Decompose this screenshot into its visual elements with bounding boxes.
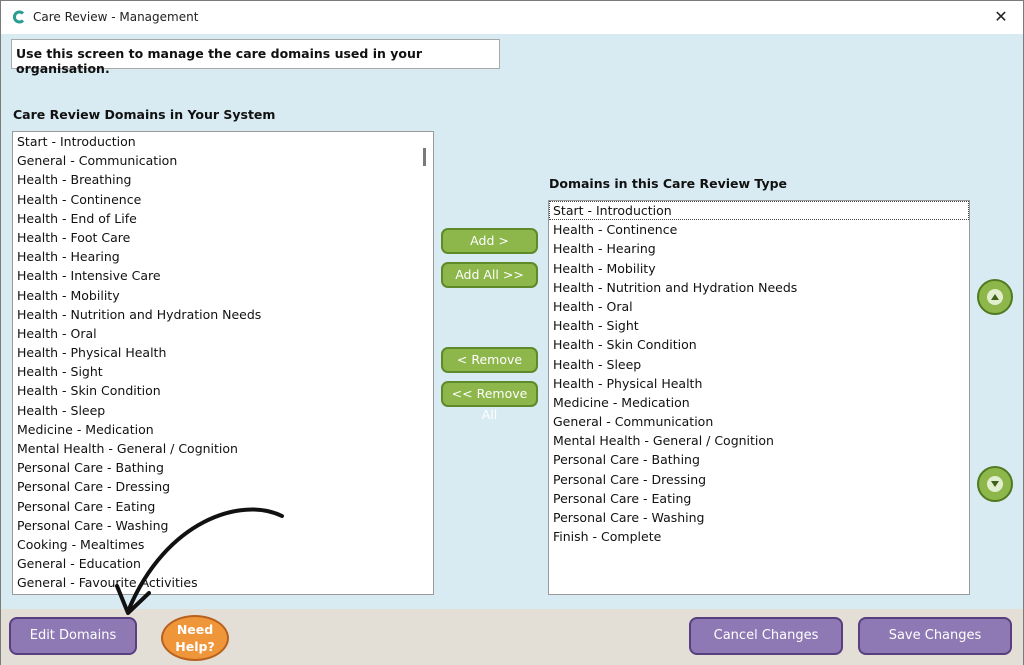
review-domain-item[interactable]: Health - Sleep xyxy=(549,355,969,374)
close-icon[interactable]: ✕ xyxy=(989,5,1013,29)
review-domain-item[interactable]: Personal Care - Washing xyxy=(549,508,969,527)
system-domain-item[interactable]: Health - Mobility xyxy=(13,286,433,305)
review-type-domains-list[interactable]: Start - Introduction Health - Continence H… xyxy=(548,200,970,595)
need-help-line1: Need xyxy=(176,622,214,637)
review-domain-item[interactable]: Health - Mobility xyxy=(549,259,969,278)
system-domain-item[interactable]: Health - Breathing xyxy=(13,170,433,189)
app-logo-icon xyxy=(13,10,25,24)
system-domain-item[interactable]: Medicine - Medication xyxy=(13,420,433,439)
system-domain-item[interactable]: Cooking - Mealtimes xyxy=(13,535,433,554)
remove-button[interactable]: < Remove xyxy=(441,347,538,373)
review-domain-item[interactable]: Health - Physical Health xyxy=(549,374,969,393)
care-review-window: Care Review - Management ✕ Use this scre… xyxy=(0,0,1024,665)
system-domain-item[interactable]: Health - Nutrition and Hydration Needs xyxy=(13,305,433,324)
system-domain-item[interactable]: Health - Hearing xyxy=(13,247,433,266)
system-domain-item[interactable]: Health - Continence xyxy=(13,190,433,209)
need-help-line2: Help? xyxy=(175,639,215,654)
remove-all-button[interactable]: << Remove All xyxy=(441,381,538,422)
review-domain-item[interactable]: Health - Skin Condition xyxy=(549,335,969,354)
system-domain-item[interactable]: General - Education xyxy=(13,554,433,573)
system-domain-item[interactable]: Personal Care - Eating xyxy=(13,497,433,516)
window-title: Care Review - Management xyxy=(33,10,199,24)
move-up-button[interactable] xyxy=(977,279,1013,315)
review-domain-item[interactable]: Mental Health - General / Cognition xyxy=(549,431,969,450)
system-domain-item[interactable]: Health - Sleep xyxy=(13,401,433,420)
triangle-up-icon xyxy=(991,294,999,300)
edit-domains-button[interactable]: Edit Domains xyxy=(9,617,137,655)
review-domain-item[interactable]: Start - Introduction xyxy=(549,201,969,221)
review-domain-item[interactable]: Health - Continence xyxy=(549,220,969,239)
triangle-down-icon xyxy=(991,481,999,487)
review-type-domains-label: Domains in this Care Review Type xyxy=(549,176,788,191)
need-help-button[interactable]: Need Help? xyxy=(161,615,229,661)
review-domain-item[interactable]: Personal Care - Eating xyxy=(549,489,969,508)
review-domain-item[interactable]: Health - Hearing xyxy=(549,239,969,258)
add-all-button[interactable]: Add All >> xyxy=(441,262,538,288)
scrollbar-thumb[interactable] xyxy=(423,148,426,166)
review-domain-item[interactable]: Finish - Complete xyxy=(549,527,969,546)
add-button[interactable]: Add > xyxy=(441,228,538,254)
system-domain-item[interactable]: Health - Sight xyxy=(13,362,433,381)
system-domain-item[interactable]: Start - Introduction xyxy=(13,132,433,151)
move-down-button[interactable] xyxy=(977,466,1013,502)
system-domain-item[interactable]: Health - Skin Condition xyxy=(13,381,433,400)
system-domain-item[interactable]: Personal Care - Bathing xyxy=(13,458,433,477)
system-domain-item[interactable]: General - Communication xyxy=(13,151,433,170)
system-domains-label: Care Review Domains in Your System xyxy=(13,107,276,122)
save-changes-button[interactable]: Save Changes xyxy=(858,617,1012,655)
review-domain-item[interactable]: General - Communication xyxy=(549,412,969,431)
review-domain-item[interactable]: Medicine - Medication xyxy=(549,393,969,412)
system-domain-item[interactable]: General - Favourite Activities xyxy=(13,573,433,592)
system-domain-item[interactable]: Health - Physical Health xyxy=(13,343,433,362)
review-domain-item[interactable]: Health - Nutrition and Hydration Needs xyxy=(549,278,969,297)
system-domain-item[interactable]: Health - Foot Care xyxy=(13,228,433,247)
system-domain-item[interactable]: Health - Intensive Care xyxy=(13,266,433,285)
system-domain-item[interactable]: Personal Care - Dressing xyxy=(13,477,433,496)
review-domain-item[interactable]: Health - Sight xyxy=(549,316,969,335)
review-domain-item[interactable]: Personal Care - Bathing xyxy=(549,450,969,469)
review-domain-item[interactable]: Personal Care - Dressing xyxy=(549,470,969,489)
cancel-changes-button[interactable]: Cancel Changes xyxy=(689,617,843,655)
system-domains-list[interactable]: Start - Introduction General - Communicat… xyxy=(12,131,434,595)
system-domain-item[interactable]: Health - End of Life xyxy=(13,209,433,228)
title-bar: Care Review - Management ✕ xyxy=(1,1,1023,34)
system-domain-item[interactable]: Personal Care - Washing xyxy=(13,516,433,535)
system-domain-item[interactable]: Mental Health - General / Cognition xyxy=(13,439,433,458)
review-domain-item[interactable]: Health - Oral xyxy=(549,297,969,316)
info-text-box: Use this screen to manage the care domai… xyxy=(11,39,500,76)
system-domain-item[interactable]: Health - Oral xyxy=(13,324,433,343)
